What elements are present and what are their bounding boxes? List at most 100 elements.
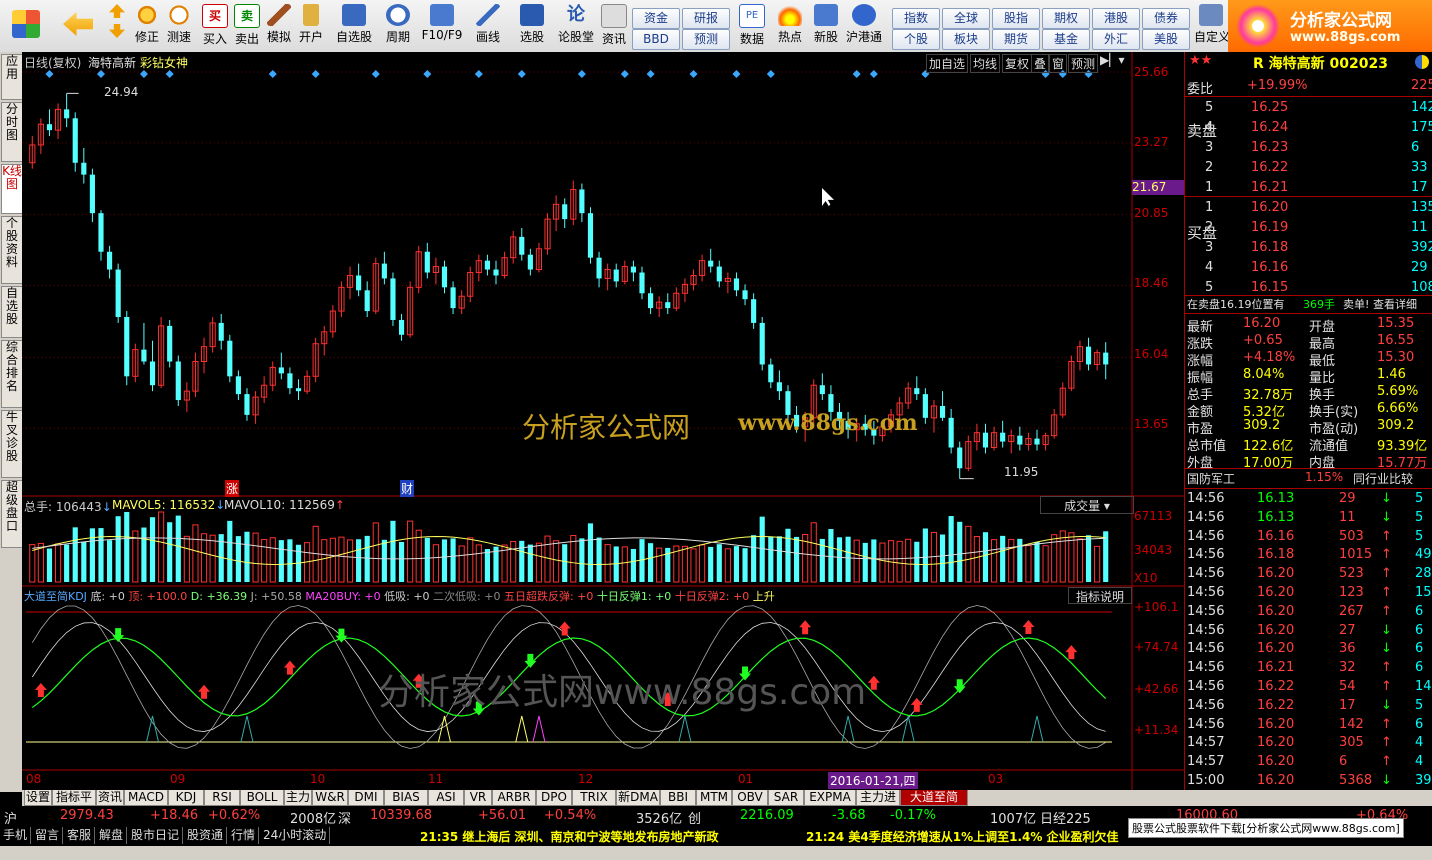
- simulate-button[interactable]: 模拟: [264, 2, 294, 50]
- indicator-tab[interactable]: 资讯: [96, 790, 124, 806]
- btn-forex[interactable]: 外汇: [1092, 29, 1140, 50]
- data-button[interactable]: PE 数据: [734, 2, 770, 50]
- draw-line-button[interactable]: 画线: [468, 2, 508, 50]
- indicator-tab[interactable]: RSI: [204, 790, 240, 806]
- bid-row[interactable]: 3 16.18 392: [1185, 240, 1432, 257]
- btn-hk[interactable]: 港股: [1092, 8, 1140, 29]
- btn-options[interactable]: 期权: [1042, 8, 1090, 29]
- mobile-button[interactable]: 手机: [0, 827, 32, 844]
- tab-kline[interactable]: K线图: [1, 164, 23, 214]
- speed-test-button[interactable]: 测速: [164, 2, 194, 50]
- ask-row[interactable]: 3 16.23 6: [1185, 140, 1432, 157]
- btn-futures-index[interactable]: 股指: [992, 8, 1040, 29]
- predict-button[interactable]: 预测: [1068, 54, 1099, 73]
- fix-button[interactable]: 修正: [132, 2, 162, 50]
- ma-button[interactable]: 均线: [970, 54, 1001, 73]
- tab-super-board[interactable]: 超级盘口: [1, 480, 23, 548]
- indicator-tab[interactable]: BIAS: [384, 790, 428, 806]
- tab-apps[interactable]: 应用: [1, 54, 23, 100]
- btn-index[interactable]: 指数: [892, 8, 940, 29]
- btn-fund[interactable]: 资金: [632, 8, 680, 29]
- scroll-news-button[interactable]: 24小时滚动: [260, 827, 331, 844]
- pin-icon[interactable]: ▶▏▾: [1100, 53, 1124, 67]
- indicator-tab[interactable]: 主力进退: [856, 790, 900, 819]
- btn-stock[interactable]: 个股: [892, 29, 940, 50]
- updown-button[interactable]: [104, 2, 130, 50]
- indicator-help-button[interactable]: 指标说明: [1068, 587, 1132, 604]
- ad-tooltip[interactable]: 股票公式股票软件下载[分析家公式网www.88gs.com]: [1128, 818, 1404, 838]
- indicator-tab[interactable]: KDJ: [168, 790, 204, 806]
- btn-us[interactable]: 美股: [1142, 29, 1190, 50]
- indicator-tab[interactable]: W&R: [312, 790, 348, 806]
- bid-row[interactable]: 4 16.16 29: [1185, 260, 1432, 277]
- period-button[interactable]: 周期: [378, 2, 418, 50]
- hk-connect-button[interactable]: 沪港通: [844, 2, 884, 50]
- market-button[interactable]: 行情: [228, 827, 260, 844]
- indicator-tab[interactable]: ASI: [428, 790, 464, 806]
- btn-sector[interactable]: 板块: [942, 29, 990, 50]
- tab-stock-info[interactable]: 个股资料: [1, 216, 23, 284]
- indicator-tab[interactable]: MTM: [696, 790, 732, 806]
- indicator-tab[interactable]: 新DMA: [616, 790, 660, 806]
- sell-button[interactable]: 卖卖出: [232, 2, 262, 50]
- indicator-tab[interactable]: DMI: [348, 790, 384, 806]
- service-button[interactable]: 客服: [64, 827, 96, 844]
- news-item[interactable]: 21:35 继上海后 深圳、南京和宁波等地发布房地产新政: [420, 828, 719, 845]
- btn-global[interactable]: 全球: [942, 8, 990, 29]
- indicator-tab[interactable]: TRIX: [572, 790, 616, 806]
- star-icon[interactable]: ★★: [1189, 53, 1212, 68]
- tab-watchlist[interactable]: 自选股: [1, 286, 23, 338]
- btn-forecast[interactable]: 预测: [682, 29, 730, 50]
- btn-research[interactable]: 研报: [682, 8, 730, 29]
- indicator-tab[interactable]: VR: [464, 790, 492, 806]
- industry-label[interactable]: 国防军工: [1187, 470, 1235, 487]
- tab-diagnosis[interactable]: 牛叉诊股: [1, 410, 23, 478]
- indicator-tab[interactable]: EXPMA: [804, 790, 856, 806]
- btn-bond[interactable]: 债券: [1142, 8, 1190, 29]
- forum-button[interactable]: 论论股堂: [556, 2, 596, 50]
- indicator-tab[interactable]: BOLL: [240, 790, 284, 806]
- globe-icon[interactable]: [1415, 55, 1429, 69]
- indicator-tab[interactable]: DPO: [536, 790, 572, 806]
- ipo-button[interactable]: 新股: [808, 2, 844, 50]
- ask-row[interactable]: 1 16.21 17: [1185, 180, 1432, 197]
- btn-bbd[interactable]: BBD: [632, 29, 680, 50]
- indicator-tab[interactable]: ARBR: [492, 790, 536, 806]
- tab-ranking[interactable]: 综合排名: [1, 340, 23, 408]
- stock-select-button[interactable]: 选股: [512, 2, 552, 50]
- indicator-tab[interactable]: 指标平台: [52, 790, 96, 819]
- indicator-tab[interactable]: BBI: [660, 790, 696, 806]
- indicator-tab[interactable]: OBV: [732, 790, 768, 806]
- indicator-tab[interactable]: MACD: [124, 790, 168, 806]
- indicator-tab[interactable]: SAR: [768, 790, 804, 806]
- order-notice[interactable]: 在卖盘16.19位置有 369手 卖单! 查看详细: [1185, 296, 1432, 313]
- open-account-button[interactable]: 开户: [296, 2, 326, 50]
- news-item[interactable]: 21:24 美4季度经济增速从1%上调至1.4% 企业盈利欠佳: [806, 828, 1119, 845]
- indicator-tab[interactable]: 设置: [24, 790, 52, 806]
- ask-row[interactable]: 2 16.22 33: [1185, 160, 1432, 177]
- industry-compare-button[interactable]: 同行业比较: [1353, 470, 1413, 487]
- ask-row[interactable]: 5 16.25 142: [1185, 100, 1432, 117]
- adjust-button[interactable]: 复权: [1002, 54, 1033, 73]
- news-button[interactable]: 资讯: [598, 2, 630, 50]
- window-button[interactable]: 窗: [1049, 54, 1068, 73]
- analysis-button[interactable]: 解盘: [96, 827, 128, 844]
- indicator-tab[interactable]: 大道至简KDJ: [900, 790, 968, 819]
- custom-button[interactable]: 自定义: [1194, 2, 1230, 50]
- message-button[interactable]: 留言: [32, 827, 64, 844]
- watchlist-button[interactable]: 自选股: [334, 2, 374, 50]
- hot-button[interactable]: 热点: [772, 2, 808, 50]
- diary-button[interactable]: 股市日记: [128, 827, 184, 844]
- buy-button[interactable]: 买买入: [200, 2, 230, 50]
- btn-fund2[interactable]: 基金: [1042, 29, 1090, 50]
- gzt-button[interactable]: 股资通: [184, 827, 228, 844]
- f10-button[interactable]: F10/F9: [420, 2, 464, 50]
- volume-dropdown[interactable]: 成交量 ▾: [1040, 496, 1134, 514]
- btn-futures[interactable]: 期货: [992, 29, 1040, 50]
- add-watch-button[interactable]: 加自选: [926, 54, 969, 73]
- back-button[interactable]: [56, 2, 100, 50]
- indicator-tab[interactable]: 主力: [284, 790, 312, 806]
- ask-row[interactable]: 4 16.24 175: [1185, 120, 1432, 137]
- home-button[interactable]: [4, 2, 48, 50]
- bid-row[interactable]: 2 16.19 11: [1185, 220, 1432, 237]
